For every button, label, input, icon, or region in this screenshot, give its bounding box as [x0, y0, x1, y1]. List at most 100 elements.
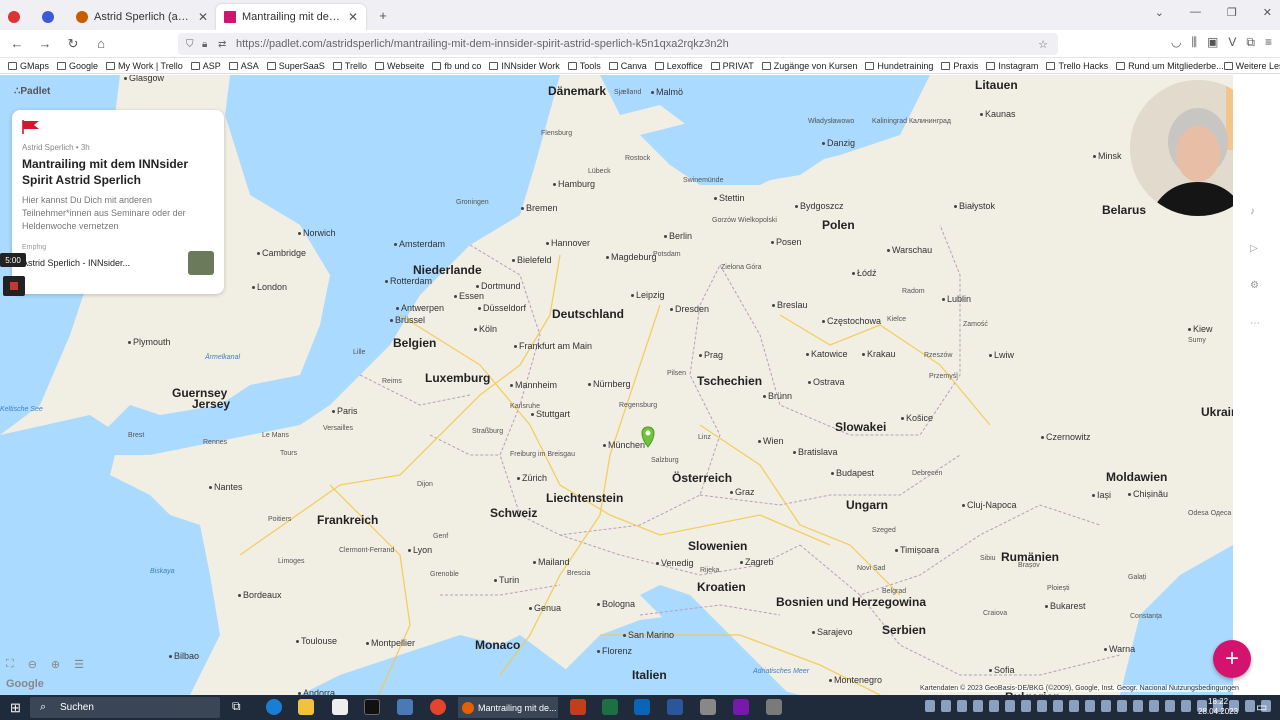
tab-vivaldi[interactable] — [34, 4, 68, 30]
powerpoint-icon[interactable] — [570, 699, 586, 715]
tray-icon[interactable] — [1037, 700, 1047, 712]
bookmark-item[interactable]: Zugänge von Kursen — [761, 61, 857, 71]
bookmark-item[interactable]: ASP — [190, 61, 221, 71]
word-icon[interactable] — [667, 699, 683, 715]
new-tab-button[interactable]: + — [372, 4, 394, 26]
bookmark-item[interactable]: Trello — [332, 61, 367, 71]
back-icon[interactable]: ← — [6, 33, 28, 55]
calculator-icon[interactable] — [397, 699, 413, 715]
notification-center-icon[interactable]: ▭ — [1256, 700, 1267, 714]
add-post-button[interactable]: + — [1213, 640, 1251, 678]
bookmark-item[interactable]: Google — [57, 61, 98, 71]
fullscreen-icon[interactable]: ⛶ — [6, 658, 14, 671]
play-icon[interactable]: ▷ — [1250, 243, 1262, 255]
bookmark-item[interactable]: Weitere Lesezeichen — [1223, 61, 1280, 71]
tray-icon[interactable] — [1101, 700, 1111, 712]
bookmark-star-icon[interactable]: ☆ — [1038, 38, 1048, 51]
taskbar-firefox-app[interactable]: Mantrailing mit de... — [458, 697, 558, 718]
member-row[interactable]: Astrid Sperlich - INNsider... — [22, 250, 214, 275]
library-icon[interactable]: ⫼ — [1192, 35, 1198, 50]
tab-close-icon[interactable]: ✕ — [348, 10, 358, 24]
bookmark-item[interactable]: INNsider Work — [489, 61, 560, 71]
restore-icon[interactable]: ❐ — [1227, 6, 1237, 19]
pocket-icon[interactable]: ◡ — [1171, 35, 1181, 50]
tray-icon[interactable] — [1165, 700, 1175, 712]
zoom-in-icon[interactable]: ⊕ — [51, 658, 60, 671]
app-icon[interactable] — [700, 699, 716, 715]
windows-start-icon[interactable]: ⊞ — [10, 700, 21, 716]
bookmark-item[interactable]: My Work | Trello — [106, 61, 183, 71]
tray-icon[interactable] — [973, 700, 983, 712]
task-view-icon[interactable]: ⧉ — [232, 699, 248, 715]
bookmark-item[interactable]: Praxis — [941, 61, 978, 71]
tab-astrid[interactable]: Astrid Sperlich (astridsperlich) | ✕ — [68, 4, 216, 30]
settings-icon[interactable]: ⚙ — [1250, 280, 1262, 292]
tray-icon[interactable] — [1085, 700, 1095, 712]
excel-icon[interactable] — [602, 699, 618, 715]
bookmark-item[interactable]: Rund um Mitgliederbe... — [1116, 61, 1224, 71]
tray-icon[interactable] — [941, 700, 951, 712]
tray-icon[interactable] — [1181, 700, 1191, 712]
bookmark-item[interactable]: Tools — [567, 61, 601, 71]
bookmark-item[interactable]: Instagram — [986, 61, 1038, 71]
tray-icon[interactable] — [925, 700, 935, 712]
country-label: Österreich — [672, 471, 733, 485]
tray-icon[interactable] — [1005, 700, 1015, 712]
bookmark-item[interactable]: Trello Hacks — [1046, 61, 1108, 71]
bookmark-item[interactable]: Canva — [608, 61, 647, 71]
taskbar-search[interactable]: ⌕ Suchen — [30, 697, 220, 718]
padlet-post-card[interactable]: Astrid Sperlich • 3h Mantrailing mit dem… — [12, 110, 224, 294]
menu-icon[interactable]: ≡ — [1265, 35, 1272, 50]
app-icon[interactable] — [766, 699, 782, 715]
stop-recording-button[interactable] — [3, 276, 25, 296]
notification-icon[interactable]: ♪ — [1250, 206, 1262, 218]
zoom-out-icon[interactable]: ⊖ — [28, 658, 37, 671]
store-icon[interactable] — [332, 699, 348, 715]
tab-close-icon[interactable]: ✕ — [198, 10, 208, 24]
extensions-icon[interactable]: ⧉ — [1246, 35, 1255, 50]
extension-icon[interactable]: ▣ — [1207, 35, 1218, 50]
bookmark-item[interactable]: Hundetraining — [865, 61, 933, 71]
map-attribution[interactable]: Kartendaten © 2023 GeoBasis-DE/BKG (©200… — [920, 685, 1239, 692]
bookmark-item[interactable]: ASA — [228, 61, 259, 71]
chrome-icon[interactable] — [430, 699, 446, 715]
terminal-icon[interactable] — [364, 699, 380, 715]
tray-icon[interactable] — [1149, 700, 1159, 712]
tab-firefox[interactable] — [0, 4, 34, 30]
tray-icon[interactable] — [1117, 700, 1127, 712]
onenote-icon[interactable] — [733, 699, 749, 715]
more-icon[interactable]: ⋯ — [1250, 318, 1262, 330]
outlook-icon[interactable] — [634, 699, 650, 715]
city-label: Turin — [494, 575, 519, 585]
tab-mantrailing[interactable]: Mantrailing mit dem INNsider ✕ — [216, 4, 366, 30]
tray-icon[interactable] — [989, 700, 999, 712]
close-window-icon[interactable]: ✕ — [1263, 6, 1272, 19]
layers-icon[interactable]: ☰ — [74, 658, 84, 671]
tray-icon[interactable] — [1133, 700, 1143, 712]
tray-icon[interactable] — [1069, 700, 1079, 712]
tab-list-icon[interactable]: ⌄ — [1155, 6, 1164, 19]
tray-icon[interactable] — [957, 700, 967, 712]
tray-icon[interactable] — [1021, 700, 1031, 712]
tray-icon[interactable] — [1245, 700, 1255, 712]
bookmark-item[interactable]: fb und co — [432, 61, 481, 71]
vivaldi-icon[interactable]: V — [1228, 35, 1236, 50]
bookmark-label: Google — [69, 60, 99, 71]
city-label: Posen — [771, 237, 802, 247]
bookmark-item[interactable]: GMaps — [8, 61, 49, 71]
url-bar[interactable]: ⛉ 🔒︎ ⇄ https://padlet.com/astridsperlich… — [178, 33, 1058, 55]
bookmark-item[interactable]: PRIVAT — [710, 61, 754, 71]
taskbar-clock[interactable]: 18:22 28.04.2023 — [1198, 697, 1238, 716]
file-explorer-icon[interactable] — [298, 699, 314, 715]
reload-icon[interactable]: ↻ — [62, 33, 84, 55]
forward-icon[interactable]: → — [34, 33, 56, 55]
bookmark-item[interactable]: Webseite — [374, 61, 424, 71]
home-icon[interactable]: ⌂ — [90, 33, 112, 55]
minimize-icon[interactable]: — — [1190, 6, 1201, 19]
padlet-logo[interactable]: ∴Padlet — [14, 86, 50, 97]
town-label: Lille — [353, 349, 366, 356]
bookmark-item[interactable]: Lexoffice — [654, 61, 703, 71]
tray-icon[interactable] — [1053, 700, 1063, 712]
edge-icon[interactable] — [266, 699, 282, 715]
bookmark-item[interactable]: SuperSaaS — [266, 61, 325, 71]
